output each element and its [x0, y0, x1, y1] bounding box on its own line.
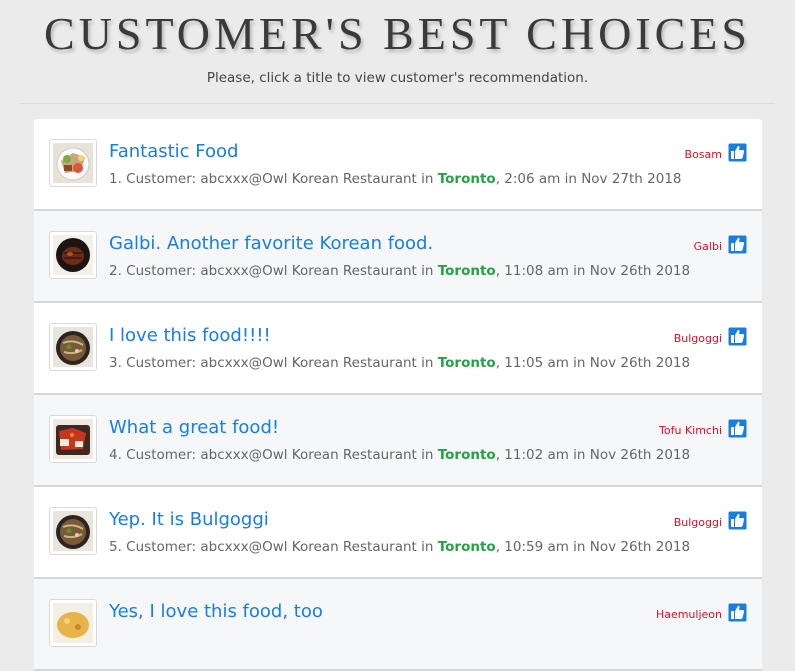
- page-title: CUSTOMER'S BEST CHOICES: [44, 8, 751, 59]
- page-subtitle: Please, click a title to view customer's…: [206, 70, 589, 86]
- review-meta-prefix: 5. Customer: abcxxx@Owl Korean Restauran…: [109, 539, 438, 555]
- review-row: I love this food!!!! 3. Customer: abcxxx…: [34, 303, 762, 395]
- grilled-meat-icon: [53, 235, 93, 275]
- food-plate-icon: [53, 143, 93, 183]
- like-thumbs-up-icon[interactable]: [728, 511, 747, 530]
- header-divider: [20, 103, 775, 104]
- like-thumbs-up-icon[interactable]: [728, 235, 747, 254]
- review-meta-prefix: 4. Customer: abcxxx@Owl Korean Restauran…: [109, 447, 438, 463]
- review-food-tag: Bulgoggi: [673, 332, 722, 345]
- review-title-link[interactable]: Yes, I love this food, too: [109, 601, 323, 623]
- grilled-meat-thumbnail[interactable]: [49, 231, 97, 279]
- review-meta-suffix: , 11:08 am in Nov 26th 2018: [495, 263, 691, 279]
- like-thumbs-up-icon[interactable]: [728, 603, 747, 622]
- bulgogi-bowl-thumbnail[interactable]: [49, 323, 97, 371]
- review-meta-prefix: 3. Customer: abcxxx@Owl Korean Restauran…: [109, 355, 438, 371]
- review-meta: 4. Customer: abcxxx@Owl Korean Restauran…: [109, 447, 690, 463]
- page-header: CUSTOMER'S BEST CHOICES Please, click a …: [0, 0, 795, 104]
- bulgogi-bowl-icon: [53, 327, 93, 367]
- review-title-link[interactable]: Yep. It is Bulgoggi: [109, 509, 269, 531]
- review-city: Toronto: [437, 447, 496, 463]
- review-title-link[interactable]: Fantastic Food: [109, 141, 238, 163]
- pancake-icon: [53, 603, 93, 643]
- review-meta: 3. Customer: abcxxx@Owl Korean Restauran…: [109, 355, 690, 371]
- review-row: Galbi. Another favorite Korean food. 2. …: [34, 211, 762, 303]
- bulgogi-bowl-icon: [53, 511, 93, 551]
- review-meta-suffix: , 11:02 am in Nov 26th 2018: [495, 447, 691, 463]
- review-meta: 2. Customer: abcxxx@Owl Korean Restauran…: [109, 263, 690, 279]
- review-food-tag: Tofu Kimchi: [659, 424, 722, 437]
- review-city: Toronto: [437, 355, 496, 371]
- review-meta: 5. Customer: abcxxx@Owl Korean Restauran…: [109, 539, 690, 555]
- review-meta-prefix: 2. Customer: abcxxx@Owl Korean Restauran…: [109, 263, 438, 279]
- review-city: Toronto: [437, 539, 496, 555]
- review-title-link[interactable]: Galbi. Another favorite Korean food.: [109, 233, 433, 255]
- like-thumbs-up-icon[interactable]: [728, 327, 747, 346]
- review-list: Fantastic Food 1. Customer: abcxxx@Owl K…: [34, 119, 762, 671]
- bulgogi-bowl-thumbnail[interactable]: [49, 507, 97, 555]
- review-city: Toronto: [437, 171, 496, 187]
- review-meta-suffix: , 10:59 am in Nov 26th 2018: [495, 539, 691, 555]
- review-food-tag: Bulgoggi: [673, 516, 722, 529]
- review-row: Yes, I love this food, too Haemuljeon: [34, 579, 762, 671]
- review-title-link[interactable]: I love this food!!!!: [109, 325, 271, 347]
- review-meta-suffix: , 11:05 am in Nov 26th 2018: [495, 355, 691, 371]
- tofu-kimchi-thumbnail[interactable]: [49, 415, 97, 463]
- review-row: Yep. It is Bulgoggi 5. Customer: abcxxx@…: [34, 487, 762, 579]
- review-row: What a great food! 4. Customer: abcxxx@O…: [34, 395, 762, 487]
- food-plate-thumbnail[interactable]: [49, 139, 97, 187]
- tofu-kimchi-icon: [53, 419, 93, 459]
- review-meta: 1. Customer: abcxxx@Owl Korean Restauran…: [109, 171, 682, 187]
- review-food-tag: Bosam: [684, 148, 722, 161]
- review-city: Toronto: [437, 263, 496, 279]
- review-meta-prefix: 1. Customer: abcxxx@Owl Korean Restauran…: [109, 171, 438, 187]
- review-row: Fantastic Food 1. Customer: abcxxx@Owl K…: [34, 119, 762, 211]
- review-meta-suffix: , 2:06 am in Nov 27th 2018: [495, 171, 682, 187]
- like-thumbs-up-icon[interactable]: [728, 419, 747, 438]
- like-thumbs-up-icon[interactable]: [728, 143, 747, 162]
- review-title-link[interactable]: What a great food!: [109, 417, 279, 439]
- review-food-tag: Galbi: [693, 240, 722, 253]
- pancake-thumbnail[interactable]: [49, 599, 97, 647]
